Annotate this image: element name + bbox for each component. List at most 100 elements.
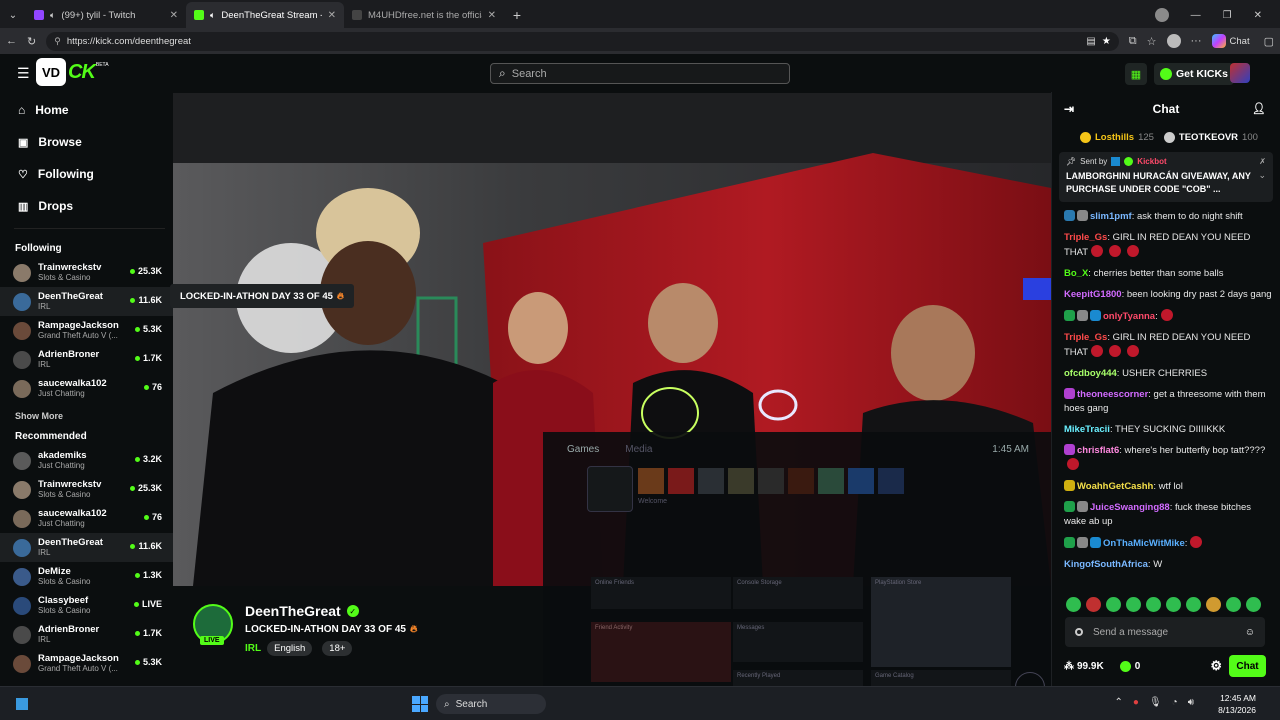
chat-username[interactable]: OnThaMicWitMike bbox=[1103, 538, 1185, 549]
favorite-star-icon[interactable]: ★ bbox=[1102, 36, 1111, 47]
emote-icon[interactable] bbox=[1226, 597, 1241, 612]
leader-name[interactable]: TEOTKEOVR bbox=[1179, 132, 1238, 143]
settings-gear-icon[interactable]: ⚙ bbox=[1210, 658, 1222, 674]
channel-item[interactable]: akademiks Just Chatting 3.2K bbox=[0, 446, 173, 475]
tab-twitch[interactable]: 🔈︎ (99+) tylil - Twitch ✕ bbox=[26, 2, 186, 28]
channel-item[interactable]: DeenTheGreat IRL 11.6K bbox=[0, 287, 173, 316]
new-tab-icon[interactable]: + bbox=[504, 2, 530, 28]
chat-username[interactable]: Bo_X bbox=[1064, 268, 1088, 279]
emote-icon[interactable] bbox=[1186, 597, 1201, 612]
back-icon[interactable]: ← bbox=[6, 35, 17, 47]
emote-icon[interactable] bbox=[1206, 597, 1221, 612]
account-avatar[interactable] bbox=[1166, 34, 1181, 48]
close-window-icon[interactable]: ✕ bbox=[1254, 10, 1262, 21]
microphone-icon[interactable]: 🎙︎ bbox=[1149, 697, 1162, 708]
minimize-icon[interactable]: — bbox=[1191, 10, 1201, 21]
send-chat-button[interactable]: Chat bbox=[1229, 655, 1266, 677]
maximize-icon[interactable]: ❐ bbox=[1223, 10, 1232, 21]
tray-app-icon[interactable]: ● bbox=[1133, 697, 1139, 708]
emoji-picker-icon[interactable]: ☺ bbox=[1245, 627, 1255, 638]
tag-chip[interactable]: 18+ bbox=[322, 641, 353, 656]
points-count[interactable]: 99.9K bbox=[1077, 661, 1104, 672]
chat-username[interactable]: theoneescorner bbox=[1077, 389, 1148, 400]
unpin-icon[interactable]: ✗ bbox=[1259, 157, 1266, 166]
user-avatar[interactable] bbox=[1230, 63, 1250, 83]
chat-username[interactable]: slim1pmf bbox=[1090, 211, 1132, 222]
emote-icon[interactable] bbox=[1126, 597, 1141, 612]
close-tab-icon[interactable]: ✕ bbox=[170, 10, 178, 21]
tab-list-icon[interactable]: ⌄ bbox=[0, 2, 26, 28]
tray-chevron-icon[interactable]: ⌃ bbox=[1115, 697, 1123, 708]
channel-item[interactable]: RampageJackson Grand Theft Auto V (... 5.3… bbox=[0, 316, 173, 345]
chat-username[interactable]: onlyTyanna bbox=[1103, 311, 1155, 322]
pinned-message[interactable]: 📌︎ Sent by Kickbot ✗ LAMBORGHINI HURACÁN… bbox=[1059, 152, 1273, 202]
kicks-count[interactable]: 0 bbox=[1135, 661, 1141, 672]
chat-username[interactable]: chrisflat6 bbox=[1077, 445, 1119, 456]
close-tab-icon[interactable]: ✕ bbox=[488, 10, 496, 21]
nav-following[interactable]: ♡ Following bbox=[0, 158, 173, 190]
extensions-icon[interactable]: ⧉ bbox=[1129, 35, 1137, 48]
channel-item[interactable]: RampageJackson Grand Theft Auto V (... 5.3… bbox=[0, 649, 173, 678]
channel-item[interactable]: DeMize Slots & Casino 1.3K bbox=[0, 562, 173, 591]
emote-icon[interactable] bbox=[1246, 597, 1261, 612]
close-tab-icon[interactable]: ✕ bbox=[328, 10, 336, 21]
profile-avatar[interactable] bbox=[1154, 8, 1169, 22]
widgets-icon[interactable] bbox=[16, 698, 28, 710]
channel-item[interactable]: Trainwreckstv Slots & Casino 25.3K bbox=[0, 258, 173, 287]
windows-start-icon[interactable] bbox=[412, 696, 428, 712]
wifi-icon[interactable]: ◔ bbox=[1172, 697, 1178, 708]
emote-icon[interactable] bbox=[1066, 597, 1081, 612]
channel-item[interactable]: AdrienBroner IRL 1.7K bbox=[0, 345, 173, 374]
stream-category[interactable]: IRL bbox=[245, 643, 261, 654]
copilot-chat-button[interactable]: Chat bbox=[1211, 34, 1250, 48]
channel-item[interactable]: DeenTheGreat IRL 11.6K bbox=[0, 533, 173, 562]
show-more-button[interactable]: Show More bbox=[0, 403, 173, 427]
chat-username[interactable]: KingofSouthAfrica bbox=[1064, 559, 1148, 570]
chat-users-icon[interactable]: 👤︎ bbox=[1252, 102, 1266, 115]
collections-icon[interactable]: ☆ bbox=[1147, 35, 1157, 48]
chat-username[interactable]: JuiceSwanging88 bbox=[1090, 502, 1170, 513]
leader-name[interactable]: Losthills bbox=[1095, 132, 1134, 143]
sidebar-toggle-icon[interactable]: ▢ bbox=[1264, 35, 1274, 48]
search-input[interactable]: ⌕ Search bbox=[490, 63, 790, 84]
chat-username[interactable]: WoahhGetCashh bbox=[1077, 481, 1153, 492]
collapse-chat-icon[interactable]: ⇥ bbox=[1064, 102, 1074, 116]
chat-username[interactable]: ofcdboy444 bbox=[1064, 368, 1117, 379]
tab-m4uhd[interactable]: M4UHDfree.net is the official hom ✕ bbox=[344, 2, 504, 28]
store-icon[interactable]: ▦ bbox=[1125, 63, 1147, 85]
chat-username[interactable]: Triple_Gs bbox=[1064, 232, 1107, 243]
tab-title: (99+) tylil - Twitch bbox=[61, 9, 136, 21]
get-kicks-button[interactable]: Get KICKs bbox=[1154, 63, 1234, 85]
chat-username[interactable]: Triple_Gs bbox=[1064, 332, 1107, 343]
chat-input[interactable]: Send a message ☺ bbox=[1065, 617, 1265, 647]
nav-browse[interactable]: ▣ Browse bbox=[0, 126, 173, 158]
nav-home[interactable]: ⌂ Home bbox=[0, 94, 173, 126]
emote-icon[interactable] bbox=[1146, 597, 1161, 612]
volume-icon[interactable]: 🔊︎ bbox=[1188, 697, 1194, 708]
chat-username[interactable]: KeepitG1800 bbox=[1064, 289, 1122, 300]
taskbar-clock[interactable]: 12:45 AM 8/13/2026 bbox=[1218, 692, 1256, 716]
nav-drops[interactable]: ▥ Drops bbox=[0, 190, 173, 222]
menu-icon[interactable]: ☰ bbox=[17, 65, 30, 82]
expand-pinned-icon[interactable]: ⌄ bbox=[1258, 170, 1266, 196]
chat-username[interactable]: MikeTracii bbox=[1064, 424, 1110, 435]
pinned-sender[interactable]: Kickbot bbox=[1137, 157, 1166, 166]
streamer-name[interactable]: DeenTheGreat bbox=[245, 603, 341, 619]
channel-item[interactable]: Trainwreckstv Slots & Casino 25.3K bbox=[0, 475, 173, 504]
site-info-icon[interactable]: ⚲ bbox=[54, 36, 61, 47]
more-icon[interactable]: ··· bbox=[1191, 35, 1202, 47]
reader-icon[interactable]: ▤ bbox=[1086, 36, 1095, 47]
kick-logo[interactable]: VD CK BETA bbox=[36, 57, 109, 87]
url-field[interactable]: ⚲ https://kick.com/deenthegreat ▤ ★ bbox=[46, 31, 1119, 51]
taskbar-search[interactable]: ⌕ Search bbox=[436, 694, 546, 714]
channel-item[interactable]: AdrienBroner IRL 1.7K bbox=[0, 620, 173, 649]
channel-item[interactable]: Classybeef Slots & Casino LIVE bbox=[0, 591, 173, 620]
reload-icon[interactable]: ↻ bbox=[27, 35, 36, 48]
channel-item[interactable]: saucewalka102 Just Chatting 76 bbox=[0, 374, 173, 403]
tab-kick[interactable]: 🔈︎ DeenTheGreat Stream - Watch ✕ bbox=[186, 2, 344, 28]
emote-icon[interactable] bbox=[1166, 597, 1181, 612]
emote-icon[interactable] bbox=[1106, 597, 1121, 612]
emote-icon[interactable] bbox=[1086, 597, 1101, 612]
channel-item[interactable]: saucewalka102 Just Chatting 76 bbox=[0, 504, 173, 533]
tag-chip[interactable]: English bbox=[267, 641, 313, 656]
